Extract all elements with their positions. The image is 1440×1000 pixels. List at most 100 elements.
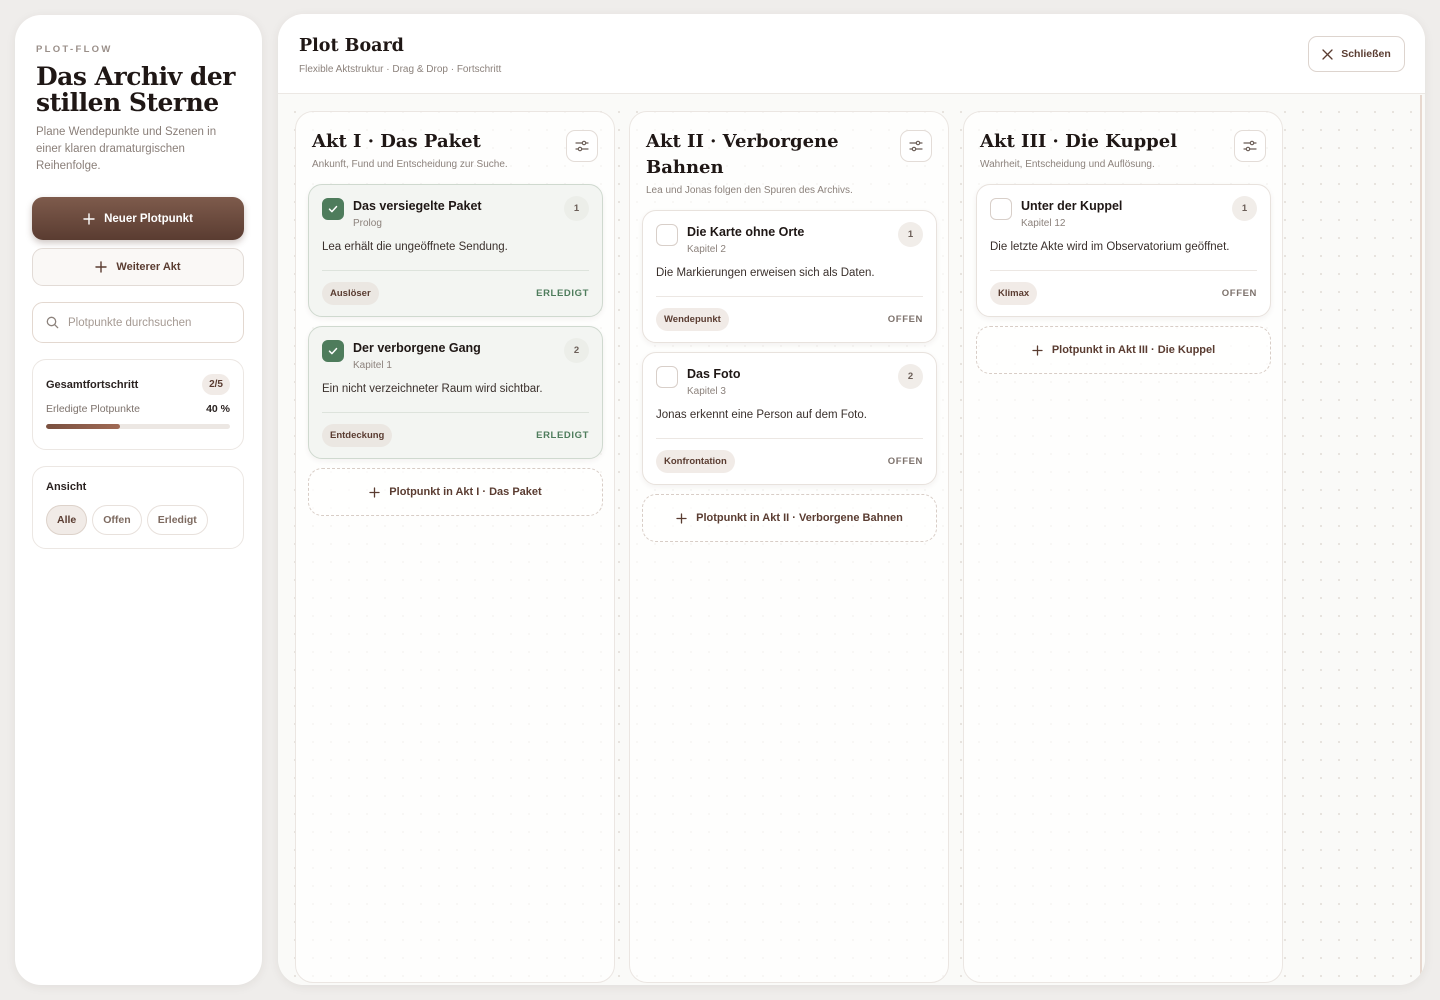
plus-icon xyxy=(83,212,95,225)
progress-percent: 40 % xyxy=(206,403,230,415)
add-plotpoint-label: Plotpunkt in Akt I · Das Paket xyxy=(389,486,542,498)
card-tag: Auslöser xyxy=(322,282,379,305)
act-description: Wahrheit, Entscheidung und Auflösung. xyxy=(980,159,1155,170)
done-checkbox[interactable] xyxy=(322,198,344,220)
new-act-label: Weiterer Akt xyxy=(116,261,181,273)
plot-card[interactable]: Der verborgene Gang Kapitel 1 2 Ein nicht v… xyxy=(308,326,603,459)
done-checkbox[interactable] xyxy=(322,340,344,362)
card-title: Der verborgene Gang xyxy=(353,341,481,355)
plus-icon xyxy=(369,486,380,498)
plus-icon xyxy=(95,261,108,273)
card-list: Die Karte ohne Orte Kapitel 2 1 Die Markier… xyxy=(642,210,937,485)
board-canvas: Akt I · Das Paket Ankunft, Fund und Entsc… xyxy=(278,95,1425,985)
act-title: Akt II · Verborgene Bahnen xyxy=(646,131,839,178)
plot-card[interactable]: Die Karte ohne Orte Kapitel 2 1 Die Markier… xyxy=(642,210,937,343)
close-icon xyxy=(1322,48,1333,60)
view-filter-group: Alle Offen Erledigt xyxy=(46,505,230,535)
status-badge: ERLEDIGT xyxy=(536,288,589,299)
add-plotpoint-button[interactable]: Plotpunkt in Akt III · Die Kuppel xyxy=(976,326,1271,374)
card-chapter: Kapitel 3 xyxy=(687,386,726,397)
card-footer: Wendepunkt OFFEN xyxy=(656,296,923,342)
status-badge: OFFEN xyxy=(887,314,923,325)
status-badge: OFFEN xyxy=(1221,288,1257,299)
progress-title: Gesamtfortschritt xyxy=(46,378,139,391)
close-label: Schließen xyxy=(1341,48,1391,60)
act-column: Akt I · Das Paket Ankunft, Fund und Entsc… xyxy=(295,111,615,983)
check-icon xyxy=(328,205,338,213)
act-title: Akt III · Die Kuppel xyxy=(980,131,1178,152)
page-subtitle: Flexible Aktstruktur · Drag & Drop · For… xyxy=(299,64,502,75)
add-plotpoint-button[interactable]: Plotpunkt in Akt I · Das Paket xyxy=(308,468,603,516)
card-number-badge: 2 xyxy=(564,338,589,363)
plus-icon xyxy=(1032,344,1043,356)
book-description: Plane Wendepunkte und Szenen in einer kl… xyxy=(36,126,217,172)
card-number-badge: 2 xyxy=(898,364,923,389)
act-description: Ankunft, Fund und Entscheidung zur Suche… xyxy=(312,159,508,170)
view-filter-erledigt[interactable]: Erledigt xyxy=(146,505,208,535)
card-list: Das versiegelte Paket Prolog 1 Lea erhält d… xyxy=(308,184,603,459)
progress-label: Erledigte Plotpunkte xyxy=(46,403,140,415)
view-title: Ansicht xyxy=(46,481,87,493)
card-description: Lea erhält die ungeöffnete Sendung. xyxy=(322,241,508,253)
sliders-icon xyxy=(909,140,923,152)
card-chapter: Kapitel 2 xyxy=(687,244,726,255)
plot-board: Plot Board Flexible Aktstruktur · Drag &… xyxy=(278,14,1425,985)
card-description: Jonas erkennt eine Person auf dem Foto. xyxy=(656,409,867,421)
add-plotpoint-label: Plotpunkt in Akt II · Verborgene Bahnen xyxy=(696,512,903,524)
card-tag: Klimax xyxy=(990,282,1038,305)
brand-label: PLOT-FLOW xyxy=(36,44,113,55)
card-tag: Wendepunkt xyxy=(656,308,729,331)
card-title: Unter der Kuppel xyxy=(1021,199,1123,213)
new-plotpoint-label: Neuer Plotpunkt xyxy=(104,212,193,225)
card-chapter: Kapitel 12 xyxy=(1021,218,1066,229)
progress-badge: 2/5 xyxy=(202,374,230,395)
sidebar: PLOT-FLOW Das Archiv der stillen Sterne … xyxy=(15,15,262,985)
act-column: Akt III · Die Kuppel Wahrheit, Entscheidu… xyxy=(963,111,1283,983)
act-title: Akt I · Das Paket xyxy=(312,131,481,152)
check-icon xyxy=(328,347,338,355)
card-tag: Konfrontation xyxy=(656,450,735,473)
status-badge: ERLEDIGT xyxy=(536,430,589,441)
add-plotpoint-label: Plotpunkt in Akt III · Die Kuppel xyxy=(1051,344,1216,356)
close-button[interactable]: Schließen xyxy=(1308,36,1405,72)
card-list: Unter der Kuppel Kapitel 12 1 Die letzte Ak… xyxy=(976,184,1271,317)
view-panel: Ansicht Alle Offen Erledigt xyxy=(32,466,244,549)
done-checkbox[interactable] xyxy=(990,198,1012,220)
board-header: Plot Board Flexible Aktstruktur · Drag &… xyxy=(278,14,1425,94)
card-description: Die Markierungen erweisen sich als Daten… xyxy=(656,267,875,279)
plot-card[interactable]: Das versiegelte Paket Prolog 1 Lea erhält d… xyxy=(308,184,603,317)
card-number-badge: 1 xyxy=(898,222,923,247)
card-title: Das versiegelte Paket xyxy=(353,199,482,213)
card-footer: Auslöser ERLEDIGT xyxy=(322,270,589,316)
done-checkbox[interactable] xyxy=(656,366,678,388)
act-settings-button[interactable] xyxy=(900,130,932,162)
act-column: Akt II · Verborgene Bahnen Lea und Jonas … xyxy=(629,111,949,983)
plus-icon xyxy=(676,512,687,524)
card-footer: Klimax OFFEN xyxy=(990,270,1257,316)
done-checkbox[interactable] xyxy=(656,224,678,246)
card-description: Die letzte Akte wird im Observatorium ge… xyxy=(990,241,1230,253)
board-edge xyxy=(1420,95,1422,985)
card-tag: Entdeckung xyxy=(322,424,393,447)
new-act-button[interactable]: Weiterer Akt xyxy=(32,248,244,286)
act-header: Akt III · Die Kuppel Wahrheit, Entscheidu… xyxy=(976,129,1270,170)
view-filter-offen[interactable]: Offen xyxy=(92,505,142,535)
add-plotpoint-button[interactable]: Plotpunkt in Akt II · Verborgene Bahnen xyxy=(642,494,937,542)
search-box xyxy=(32,302,244,343)
search-icon xyxy=(46,316,59,329)
act-header: Akt I · Das Paket Ankunft, Fund und Entsc… xyxy=(308,129,602,170)
card-number-badge: 1 xyxy=(1232,196,1257,221)
card-chapter: Prolog xyxy=(353,218,382,229)
card-footer: Entdeckung ERLEDIGT xyxy=(322,412,589,458)
new-plotpoint-button[interactable]: Neuer Plotpunkt xyxy=(32,197,244,240)
card-chapter: Kapitel 1 xyxy=(353,360,392,371)
card-title: Das Foto xyxy=(687,367,741,381)
search-input[interactable] xyxy=(68,316,228,329)
act-settings-button[interactable] xyxy=(1234,130,1266,162)
plot-card[interactable]: Unter der Kuppel Kapitel 12 1 Die letzte Ak… xyxy=(976,184,1271,317)
sliders-icon xyxy=(575,140,589,152)
view-filter-alle[interactable]: Alle xyxy=(46,505,88,535)
plot-card[interactable]: Das Foto Kapitel 3 2 Jonas erkennt eine Per… xyxy=(642,352,937,485)
act-settings-button[interactable] xyxy=(566,130,598,162)
book-title: Das Archiv der stillen Sterne xyxy=(36,62,235,117)
